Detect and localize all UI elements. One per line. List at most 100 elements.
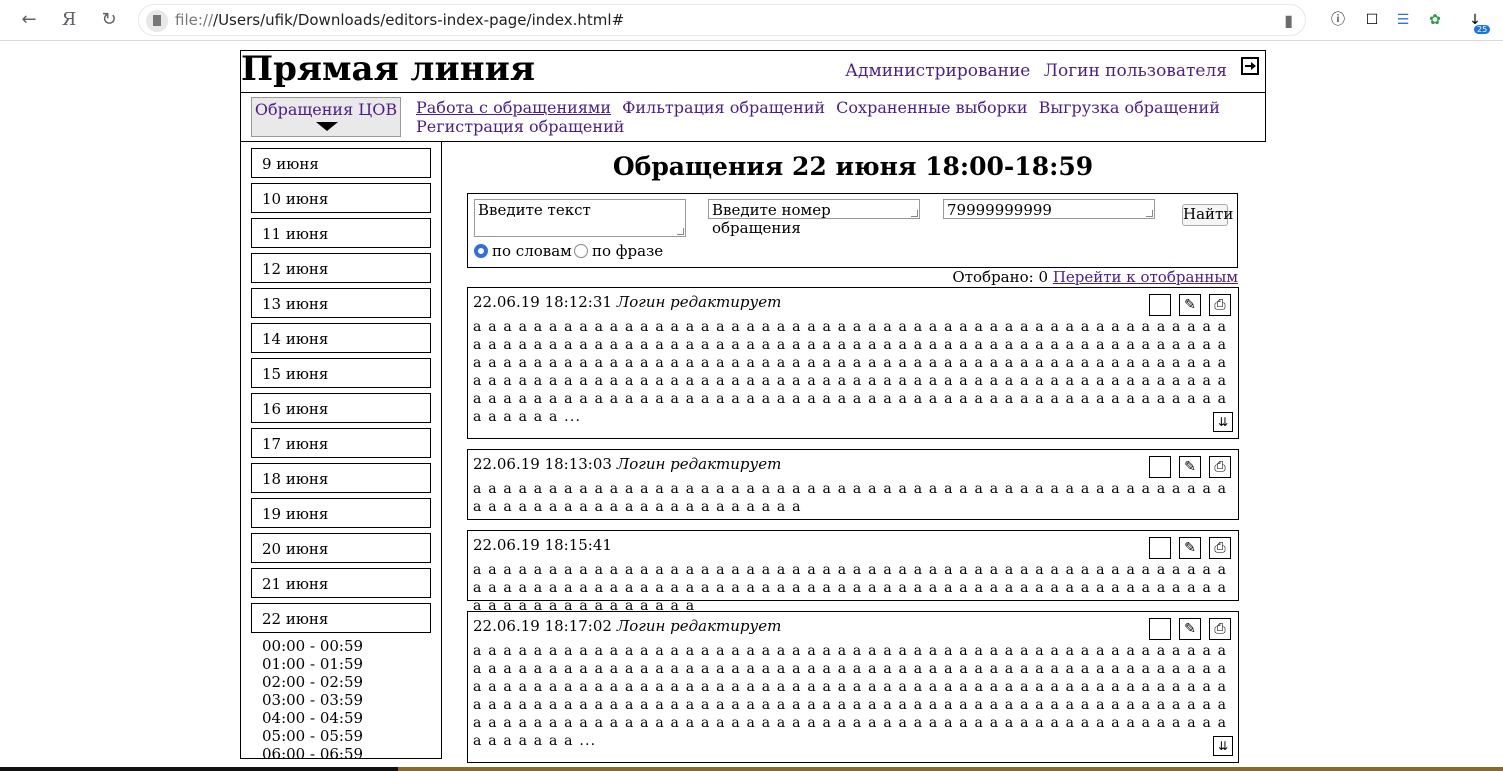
extension-off-icon[interactable]: ☐ <box>1361 9 1383 31</box>
sidebar-day[interactable]: 17 июня <box>251 428 431 458</box>
browser-toolbar: ← Я ↻ file:///Users/ufik/Downloads/edito… <box>0 0 1503 41</box>
top-links: Администрирование Логин пользователя <box>837 61 1227 81</box>
main-menu: Работа с обращениями Фильтрация обращени… <box>416 98 1265 136</box>
sidebar-day[interactable]: 9 июня <box>251 148 431 178</box>
hour-item[interactable]: 03:00 - 03:59 <box>262 691 363 709</box>
hour-item[interactable]: 06:00 - 06:59 <box>262 745 363 758</box>
request-card: 22.06.19 18:17:02 Логин редактирует ✎ ⎙ … <box>467 611 1239 763</box>
page: Прямая линия Администрирование Логин пол… <box>0 41 1503 771</box>
chevron-down-icon <box>316 122 338 131</box>
request-editor: Логин редактирует <box>616 293 782 311</box>
select-checkbox[interactable] <box>1149 294 1171 316</box>
sidebar-day[interactable]: 10 июня <box>251 183 431 213</box>
sidebar-day[interactable]: 21 июня <box>251 568 431 598</box>
file-icon <box>146 10 168 32</box>
edit-pencil-icon[interactable]: ✎ <box>1179 537 1201 559</box>
menu-export-requests[interactable]: Выгрузка обращений <box>1039 98 1220 117</box>
yandex-icon[interactable]: Я <box>57 8 81 32</box>
section-dropdown[interactable]: Обращения ЦОВ <box>251 97 401 137</box>
sidebar-day[interactable]: 13 июня <box>251 288 431 318</box>
edit-pencil-icon[interactable]: ✎ <box>1179 456 1201 478</box>
request-header: 22.06.19 18:13:03 Логин редактирует <box>473 455 781 473</box>
request-text: a a a a a a a a a a a a a a a a a a a a … <box>473 319 1228 425</box>
request-card: 22.06.19 18:12:31 Логин редактирует ✎ ⎙ … <box>467 287 1239 439</box>
menu-saved-selections[interactable]: Сохраненные выборки <box>836 98 1027 117</box>
text-search-input[interactable]: Введите текст <box>474 199 686 237</box>
print-icon[interactable]: ⎙ <box>1209 618 1231 640</box>
extension-leaf-icon[interactable]: ✿ <box>1424 9 1446 31</box>
extension-stack-icon[interactable]: ☰ <box>1392 9 1414 31</box>
hour-item[interactable]: 00:00 - 00:59 <box>262 637 363 655</box>
admin-link[interactable]: Администрирование <box>845 61 1030 81</box>
site-header: Прямая линия Администрирование Логин пол… <box>240 49 1266 142</box>
request-number-input[interactable]: Введите номер обращения <box>708 199 920 237</box>
radio-by-words-label: по словам <box>492 242 572 260</box>
back-arrow-icon[interactable]: ← <box>17 8 41 32</box>
sidebar-day[interactable]: 16 июня <box>251 393 431 423</box>
menu-filter-requests[interactable]: Фильтрация обращений <box>622 98 825 117</box>
select-checkbox[interactable] <box>1149 618 1171 640</box>
request-text: a a a a a a a a a a a a a a a a a a a a … <box>473 562 1228 614</box>
expand-double-chevron-icon[interactable]: ⇊ <box>1213 412 1233 432</box>
request-text: a a a a a a a a a a a a a a a a a a a a … <box>473 481 1228 515</box>
hour-item[interactable]: 01:00 - 01:59 <box>262 655 363 673</box>
header-divider <box>241 92 1265 93</box>
search-panel: Введите текст Введите номер обращения 79… <box>467 193 1238 268</box>
sidebar-day[interactable]: 20 июня <box>251 533 431 563</box>
menu-register-requests[interactable]: Регистрация обращений <box>416 117 624 136</box>
hour-item[interactable]: 02:00 - 02:59 <box>262 673 363 691</box>
find-button[interactable]: Найти <box>1182 204 1233 226</box>
hour-item[interactable]: 05:00 - 05:59 <box>262 727 363 745</box>
selected-count: Отобрано: 0 <box>952 268 1049 286</box>
desktop-wallpaper <box>398 767 1503 771</box>
request-header: 22.06.19 18:17:02 Логин редактирует <box>473 617 781 635</box>
sidebar-day[interactable]: 18 июня <box>251 463 431 493</box>
request-editor: Логин редактирует <box>616 455 782 473</box>
expand-double-chevron-icon[interactable]: ⇊ <box>1213 736 1233 756</box>
request-header: 22.06.19 18:12:31 Логин редактирует <box>473 293 781 311</box>
radio-by-words[interactable]: по словам <box>474 242 572 260</box>
edit-pencil-icon[interactable]: ✎ <box>1179 294 1201 316</box>
phone-input[interactable]: 79999999999 <box>943 199 1155 219</box>
sidebar-day[interactable]: 11 июня <box>251 218 431 248</box>
edit-pencil-icon[interactable]: ✎ <box>1179 618 1201 640</box>
request-card: 22.06.19 18:15:41 ✎ ⎙ a a a a a a a a a … <box>467 530 1239 614</box>
request-card: 22.06.19 18:13:03 Логин редактирует ✎ ⎙ … <box>467 449 1239 520</box>
select-checkbox[interactable] <box>1149 456 1171 478</box>
print-icon[interactable]: ⎙ <box>1209 294 1231 316</box>
desktop-edge <box>0 767 1503 771</box>
site-title: Прямая линия <box>241 49 535 89</box>
print-icon[interactable]: ⎙ <box>1209 456 1231 478</box>
print-icon[interactable]: ⎙ <box>1209 537 1231 559</box>
sidebar-day[interactable]: 12 июня <box>251 253 431 283</box>
radio-by-phrase-label: по фразе <box>592 242 664 260</box>
address-bar[interactable]: file:///Users/ufik/Downloads/editors-ind… <box>138 4 1306 36</box>
section-dropdown-label: Обращения ЦОВ <box>254 100 398 119</box>
selected-counter: Отобрано: 0 Перейти к отобранным <box>952 268 1238 286</box>
page-title: Обращения 22 июня 18:00-18:59 <box>612 152 1094 181</box>
date-sidebar: 9 июня 10 июня 11 июня 12 июня 13 июня 1… <box>240 142 442 759</box>
radio-unchecked-icon <box>574 244 588 258</box>
bookmark-icon[interactable]: ▮ <box>1284 11 1293 30</box>
extension-info-icon[interactable]: ⓘ <box>1327 9 1349 31</box>
radio-checked-icon <box>474 244 488 258</box>
logout-icon[interactable] <box>1241 57 1259 75</box>
url-text: file:///Users/ufik/Downloads/editors-ind… <box>175 11 625 29</box>
request-text: a a a a a a a a a a a a a a a a a a a a … <box>473 643 1228 749</box>
hour-list: 00:00 - 00:59 01:00 - 01:59 02:00 - 02:5… <box>262 637 363 758</box>
sidebar-day-selected[interactable]: 22 июня <box>251 603 431 633</box>
select-checkbox[interactable] <box>1149 537 1171 559</box>
go-to-selected-link[interactable]: Перейти к отобранным <box>1053 268 1238 286</box>
menu-work-with-requests[interactable]: Работа с обращениями <box>416 98 611 117</box>
download-count-badge: 25 <box>1474 25 1491 34</box>
sidebar-day[interactable]: 15 июня <box>251 358 431 388</box>
request-editor: Логин редактирует <box>616 617 782 635</box>
request-time: 22.06.19 18:13:03 <box>473 455 612 473</box>
sidebar-day[interactable]: 19 июня <box>251 498 431 528</box>
request-time: 22.06.19 18:12:31 <box>473 293 612 311</box>
radio-by-phrase[interactable]: по фразе <box>574 242 663 260</box>
hour-item[interactable]: 04:00 - 04:59 <box>262 709 363 727</box>
sidebar-day[interactable]: 14 июня <box>251 323 431 353</box>
reload-icon[interactable]: ↻ <box>97 8 121 32</box>
user-login-link[interactable]: Логин пользователя <box>1044 61 1227 81</box>
